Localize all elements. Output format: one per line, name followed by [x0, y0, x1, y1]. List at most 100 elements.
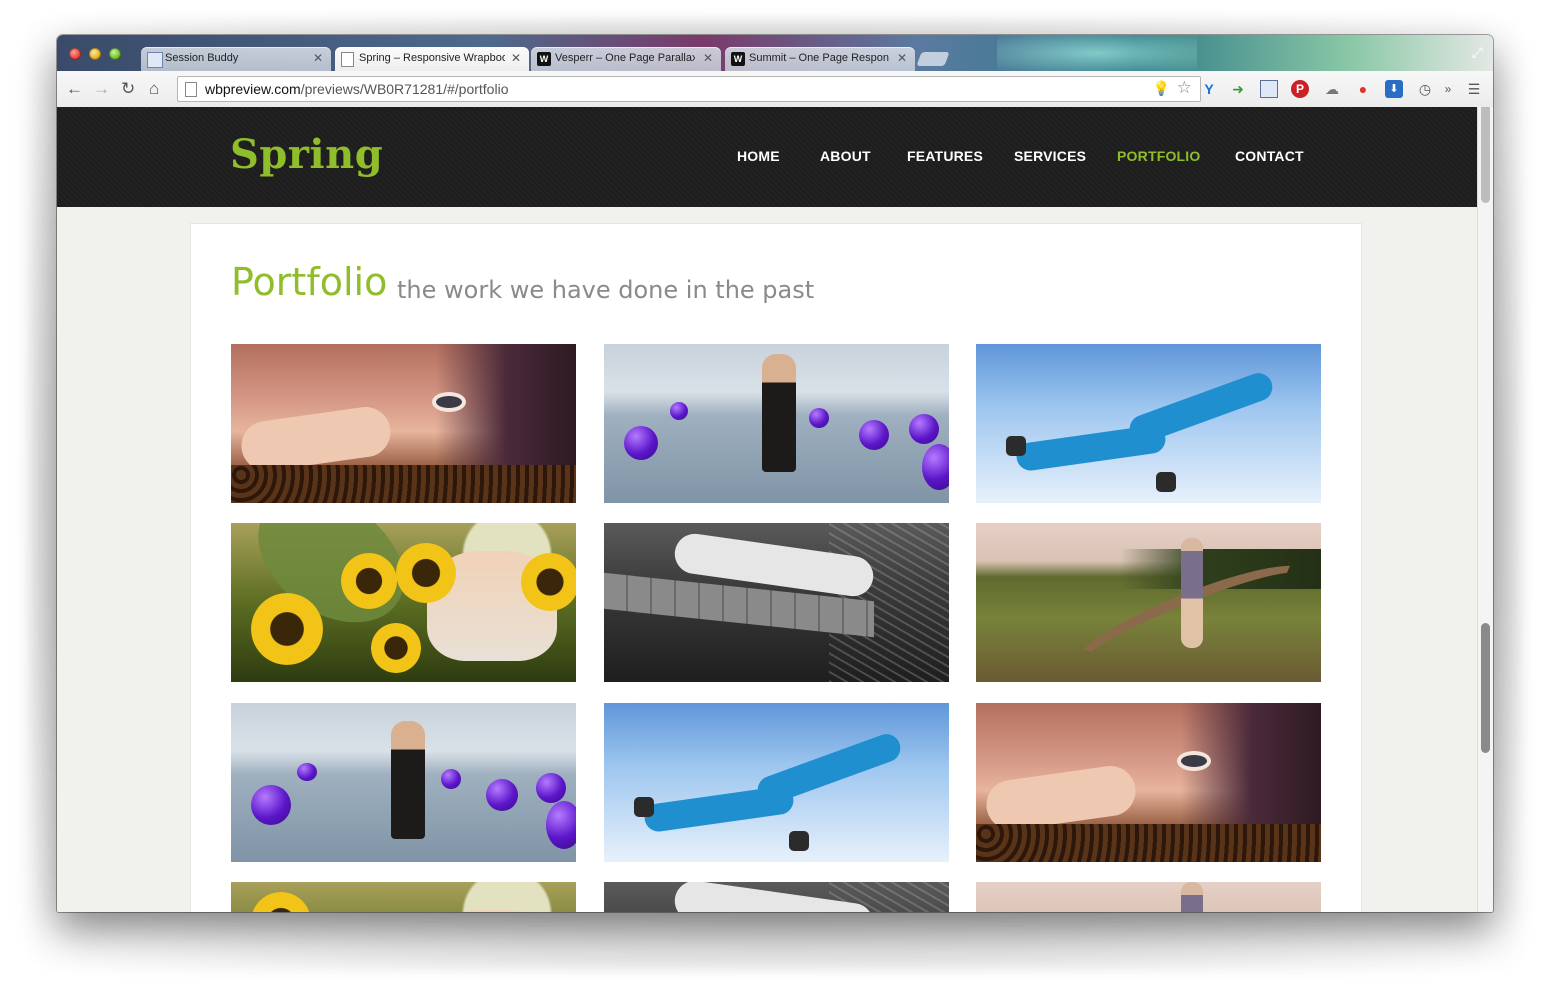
w-logo-icon: W — [537, 52, 551, 66]
portfolio-item[interactable] — [231, 523, 576, 682]
section-subtitle: the work we have done in the past — [397, 276, 815, 304]
photo-detail — [1125, 369, 1277, 447]
tab-summit[interactable]: W Summit – One Page Responsive ✕ — [725, 47, 915, 71]
back-arrow-icon[interactable]: ← — [66, 79, 83, 99]
photo-detail — [231, 465, 576, 503]
portfolio-item[interactable] — [976, 882, 1321, 912]
browser-toolbar: ← → ↻ ⌂ wbpreview.com/previews/WB0R71281… — [57, 71, 1493, 108]
tab-title: Vesperr – One Page Parallax — [555, 52, 695, 64]
photo-detail — [753, 730, 905, 808]
w-logo-icon: W — [731, 52, 745, 66]
photo-detail — [251, 785, 291, 825]
nav-contact[interactable]: CONTACT — [1235, 148, 1304, 164]
photo-detail — [976, 824, 1321, 862]
menu-icon[interactable]: ☰ — [1465, 80, 1483, 98]
pinterest-icon[interactable]: P — [1291, 80, 1309, 98]
close-tab-icon[interactable]: ✕ — [313, 51, 323, 65]
photo-detail — [1181, 882, 1203, 912]
weather-extension-icon[interactable]: ☁ — [1323, 80, 1341, 98]
more-extensions-icon[interactable]: » — [1439, 80, 1457, 98]
zoom-window-button[interactable] — [109, 48, 121, 60]
gmail-checker-icon[interactable]: ● — [1354, 80, 1372, 98]
portfolio-item[interactable] — [976, 523, 1321, 682]
address-bar[interactable]: wbpreview.com/previews/WB0R71281/#/portf… — [177, 76, 1201, 102]
browser-window: Session Buddy ✕ Spring – Responsive Wrap… — [57, 35, 1493, 912]
download-icon[interactable]: ⬇ — [1385, 80, 1403, 98]
photo-detail — [396, 543, 456, 603]
new-tab-button[interactable] — [916, 52, 950, 66]
vertical-scrollbar[interactable] — [1477, 107, 1493, 912]
photo-detail — [789, 831, 809, 851]
close-tab-icon[interactable]: ✕ — [511, 51, 521, 65]
photo-detail — [427, 910, 557, 912]
forward-arrow-icon[interactable]: → — [93, 79, 110, 99]
photo-detail — [1006, 436, 1026, 456]
portfolio-item[interactable] — [604, 703, 949, 862]
photo-detail — [536, 773, 566, 803]
photo-detail — [546, 801, 576, 849]
photo-detail — [762, 354, 796, 472]
close-window-button[interactable] — [69, 48, 81, 60]
tab-bar: Session Buddy ✕ Spring – Responsive Wrap… — [57, 35, 1493, 71]
session-buddy-icon — [147, 52, 163, 68]
close-tab-icon[interactable]: ✕ — [897, 51, 907, 65]
forward-page-extension-icon[interactable]: ➜ — [1229, 80, 1247, 98]
tab-title: Summit – One Page Responsive — [749, 52, 889, 64]
scrollbar-thumb[interactable] — [1481, 623, 1490, 753]
photo-detail — [634, 797, 654, 817]
nav-services[interactable]: SERVICES — [1014, 148, 1086, 164]
scrollbar-track-top — [1481, 107, 1490, 203]
portfolio-item[interactable] — [231, 344, 576, 503]
photo-detail — [983, 762, 1139, 834]
photo-detail — [486, 779, 518, 811]
photo-detail — [341, 553, 397, 609]
portfolio-item[interactable] — [976, 344, 1321, 503]
tab-vesperr[interactable]: W Vesperr – One Page Parallax ✕ — [531, 47, 721, 71]
photo-detail — [391, 721, 425, 839]
close-tab-icon[interactable]: ✕ — [703, 51, 713, 65]
bookmark-star-icon[interactable]: ☆ — [1177, 78, 1192, 98]
photo-detail — [371, 623, 421, 673]
tab-session-buddy[interactable]: Session Buddy ✕ — [141, 47, 331, 71]
photo-detail — [1181, 755, 1207, 767]
tab-title: Session Buddy — [165, 52, 239, 64]
tab-spring[interactable]: Spring – Responsive Wrapbootstrap ✕ — [335, 47, 529, 71]
nav-features[interactable]: FEATURES — [907, 148, 983, 164]
portfolio-item[interactable] — [976, 703, 1321, 862]
photo-detail — [1181, 538, 1203, 648]
photo-detail — [436, 396, 462, 408]
photo-detail — [251, 593, 323, 665]
nav-portfolio[interactable]: PORTFOLIO — [1117, 148, 1200, 164]
photo-detail — [922, 444, 949, 490]
minimize-window-button[interactable] — [89, 48, 101, 60]
url-path: /previews/WB0R71281/#/portfolio — [300, 81, 509, 97]
photo-detail — [1156, 472, 1176, 492]
portfolio-item[interactable] — [231, 703, 576, 862]
portfolio-item[interactable] — [231, 882, 576, 912]
portfolio-item[interactable] — [604, 344, 949, 503]
tab-title: Spring – Responsive Wrapbootstrap — [359, 52, 505, 64]
page-icon — [185, 82, 197, 97]
page-viewport: Spring HOME ABOUT FEATURES SERVICES PORT… — [57, 107, 1477, 912]
photo-detail — [521, 553, 576, 611]
portfolio-item[interactable] — [604, 882, 949, 912]
site-header: Spring HOME ABOUT FEATURES SERVICES PORT… — [57, 107, 1477, 207]
document-icon — [341, 52, 354, 67]
lightbulb-icon[interactable]: 💡 — [1153, 80, 1170, 97]
nav-about[interactable]: ABOUT — [820, 148, 871, 164]
url-text[interactable]: wbpreview.com/previews/WB0R71281/#/portf… — [205, 81, 508, 97]
clock-icon[interactable]: ◷ — [1416, 80, 1434, 98]
photo-detail — [297, 763, 317, 781]
y-extension-icon[interactable]: Y — [1200, 80, 1218, 98]
nav-home[interactable]: HOME — [737, 148, 780, 164]
home-icon[interactable]: ⌂ — [149, 79, 159, 99]
site-logo[interactable]: Spring — [230, 131, 383, 178]
reload-icon[interactable]: ↻ — [121, 79, 135, 99]
fullscreen-icon[interactable]: ⤢ — [1472, 44, 1483, 61]
photo-detail — [670, 402, 688, 420]
portfolio-item[interactable] — [604, 523, 949, 682]
photo-detail — [624, 426, 658, 460]
tabbar-glow — [997, 35, 1197, 71]
photo-detail — [909, 414, 939, 444]
session-buddy-extension-icon[interactable] — [1260, 80, 1278, 98]
